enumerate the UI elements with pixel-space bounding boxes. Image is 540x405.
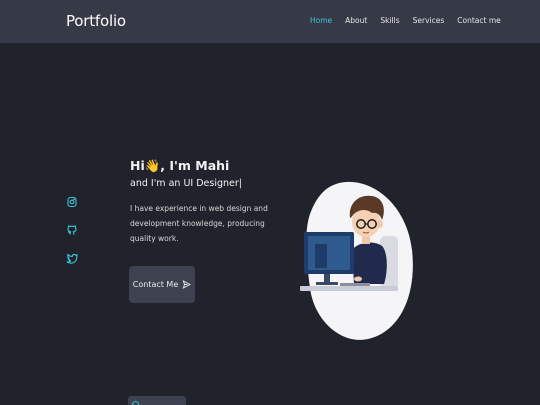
twitter-icon[interactable]: [66, 252, 78, 264]
nav-links: Home About Skills Services Contact me: [310, 16, 514, 25]
nav-link-skills[interactable]: Skills: [380, 16, 399, 25]
mouse-icon: [132, 401, 139, 405]
contact-me-button[interactable]: Contact Me: [129, 266, 195, 303]
contact-me-label: Contact Me: [132, 280, 179, 289]
hero-illustration: [296, 180, 416, 342]
hero-intro: Hi👋, I'm Mahi and I'm an UI Designer| I …: [130, 158, 280, 246]
nav-link-services[interactable]: Services: [413, 16, 445, 25]
navbar: Portfolio Home About Skills Services Con…: [0, 0, 540, 43]
hero-description: I have experience in web design and deve…: [130, 204, 268, 243]
github-icon[interactable]: [66, 224, 78, 236]
scroll-down-button[interactable]: [128, 396, 186, 405]
send-icon: [182, 280, 192, 289]
hero-role: and I'm an UI Designer|: [130, 178, 242, 189]
instagram-icon[interactable]: [66, 196, 78, 208]
nav-link-home[interactable]: Home: [310, 16, 332, 25]
nav-link-contact[interactable]: Contact me: [457, 16, 500, 25]
nav-link-about[interactable]: About: [345, 16, 367, 25]
logo[interactable]: Portfolio: [66, 12, 126, 30]
hero-greeting: Hi👋, I'm Mahi: [130, 158, 230, 173]
